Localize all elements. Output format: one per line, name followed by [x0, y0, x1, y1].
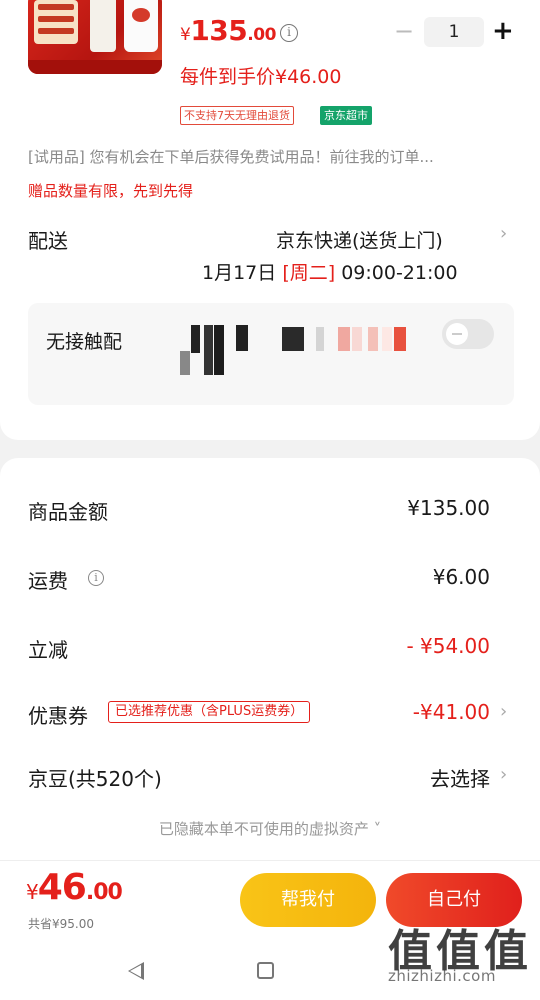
- total-decimal: .00: [85, 880, 123, 905]
- mosaic-block: [204, 325, 213, 375]
- instant-discount-value: - ¥54.00: [406, 634, 490, 658]
- per-item-price: 每件到手价¥46.00: [180, 66, 342, 88]
- delivery-label: 配送: [28, 229, 68, 253]
- quantity-decrease-button[interactable]: −: [394, 19, 414, 43]
- hidden-virtual-assets-toggle[interactable]: 已隐藏本单不可使用的虚拟资产 ˅: [0, 818, 540, 839]
- mosaic-block: [236, 325, 248, 351]
- gift-limited-notice: 赠品数量有限，先到先得: [28, 182, 194, 200]
- mosaic-block: [191, 325, 200, 353]
- thumbnail-stripe: [38, 28, 74, 34]
- mosaic-block: [338, 327, 350, 351]
- contactless-label: 无接触配: [46, 331, 123, 353]
- site-watermark: 值 值 值 zhizhizhi.com: [388, 915, 538, 995]
- help-me-pay-button[interactable]: 帮我付: [240, 873, 376, 927]
- watermark-url: zhizhizhi.com: [388, 967, 496, 985]
- thumbnail-stripe: [38, 4, 74, 10]
- thumbnail-stripe: [38, 16, 74, 22]
- product-price: ¥135.00: [180, 14, 276, 47]
- goods-amount-value: ¥135.00: [407, 496, 490, 520]
- delivery-weekday: [周二]: [282, 262, 336, 284]
- jd-beans-label: 京豆(共520个): [28, 767, 162, 791]
- jd-beans-select[interactable]: 去选择: [430, 763, 490, 792]
- price-decimal: .00: [247, 25, 276, 45]
- shipping-value: ¥6.00: [432, 565, 490, 589]
- mosaic-block: [316, 327, 324, 351]
- delivery-time-window: 09:00-21:00: [341, 262, 458, 284]
- goods-amount-label: 商品金额: [28, 500, 108, 524]
- coupon-label: 优惠券: [28, 704, 88, 728]
- delivery-chevron-right-icon[interactable]: ›: [500, 223, 507, 244]
- jd-beans-chevron-right-icon[interactable]: ›: [500, 764, 507, 785]
- toggle-knob: [446, 323, 468, 345]
- order-item-card: ¥135.00 i − 1 + 每件到手价¥46.00 不支持7天无理由退货 京…: [0, 0, 540, 440]
- mosaic-block: [368, 327, 378, 351]
- thumbnail-band: [28, 60, 162, 74]
- total-saved: 共省¥95.00: [28, 917, 94, 931]
- no-return-badge: 不支持7天无理由退货: [180, 106, 294, 125]
- delivery-method[interactable]: 京东快递(送货上门): [276, 226, 443, 253]
- thumbnail-bottle: [90, 0, 116, 52]
- contactless-toggle[interactable]: [442, 319, 494, 349]
- delivery-time[interactable]: 1月17日 [周二] 09:00-21:00: [202, 258, 458, 285]
- price-integer: 135: [190, 14, 248, 47]
- coupon-value[interactable]: -¥41.00: [413, 700, 490, 724]
- thumbnail-cup-logo: [132, 8, 150, 22]
- delivery-date: 1月17日: [202, 262, 277, 284]
- quantity-input[interactable]: 1: [424, 17, 484, 47]
- product-thumbnail[interactable]: [28, 0, 162, 74]
- instant-discount-label: 立减: [28, 638, 68, 662]
- mosaic-block: [214, 325, 224, 375]
- mosaic-block: [352, 327, 362, 351]
- total-currency-symbol: ¥: [26, 880, 39, 904]
- mosaic-block: [180, 351, 190, 375]
- total-integer: 46: [37, 867, 87, 908]
- mosaic-block: [282, 327, 304, 351]
- price-summary-card: 商品金额 ¥135.00 运费 i ¥6.00 立减 - ¥54.00 优惠券 …: [0, 458, 540, 868]
- coupon-selected-tag[interactable]: 已选推荐优惠（含PLUS运费券）: [108, 701, 311, 723]
- shipping-label: 运费: [28, 569, 68, 593]
- total-price: ¥46.00: [26, 867, 123, 908]
- mosaic-block: [382, 327, 392, 351]
- contactless-delivery-panel: 无接触配: [28, 303, 514, 405]
- trial-product-notice[interactable]: [试用品] 您有机会在下单后获得免费试用品！前往我的订单...: [28, 146, 518, 167]
- home-icon[interactable]: [257, 962, 274, 979]
- shipping-info-icon[interactable]: i: [88, 570, 104, 586]
- coupon-chevron-right-icon[interactable]: ›: [500, 701, 507, 722]
- jd-supermarket-badge: 京东超市: [320, 106, 372, 125]
- mosaic-block: [394, 327, 406, 351]
- currency-symbol: ¥: [180, 25, 191, 45]
- price-info-icon[interactable]: i: [280, 24, 298, 42]
- quantity-increase-button[interactable]: +: [492, 16, 514, 46]
- back-icon[interactable]: [128, 962, 144, 980]
